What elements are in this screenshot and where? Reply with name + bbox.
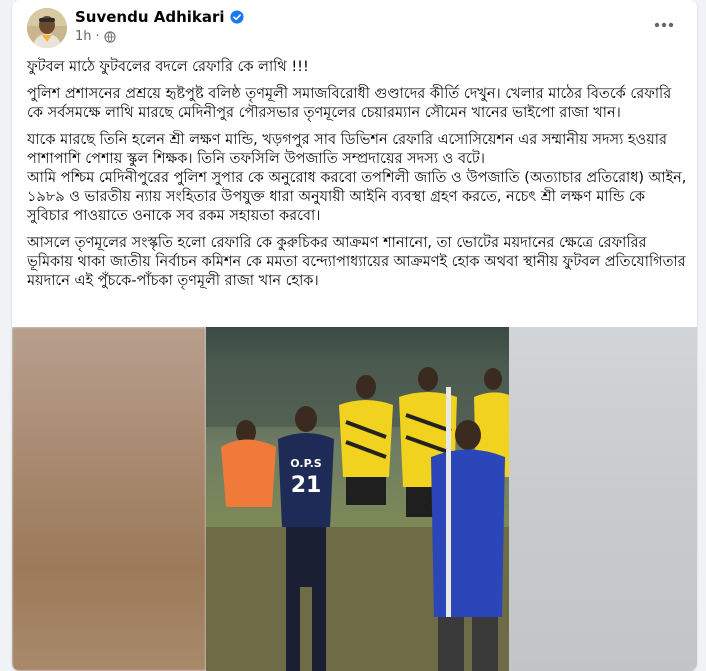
avatar-image <box>27 8 67 48</box>
video-blur-right <box>509 327 697 671</box>
post-header: Suvendu Adhikari 1h · <box>12 0 697 50</box>
video-blur-left <box>12 327 206 671</box>
globe-icon <box>104 30 116 43</box>
verified-badge-icon <box>230 10 244 24</box>
post-paragraph-2: যাকে মারছে তিনি হলেন শ্রী লক্ষণ মান্ডি, … <box>27 132 687 224</box>
post-body: ফুটবল মাঠে ফুটবলের বদলে রেফারি কে লাথি !… <box>27 58 687 299</box>
author-avatar[interactable] <box>27 8 67 48</box>
jersey-number: 21 <box>291 473 322 498</box>
post-headline: ফুটবল মাঠে ফুটবলের বদলে রেফারি কে লাথি !… <box>27 59 309 75</box>
post-video[interactable]: O.P.S 21 <box>12 327 697 671</box>
more-options-button[interactable] <box>649 10 679 40</box>
post-timestamp[interactable]: 1h <box>75 29 92 44</box>
author-name[interactable]: Suvendu Adhikari <box>75 8 225 26</box>
post-paragraph-3: আসলে তৃণমূলের সংস্কৃতি হলো রেফারি কে কুর… <box>27 235 686 289</box>
video-scene: O.P.S 21 <box>206 327 509 671</box>
meta-separator: · <box>95 29 100 44</box>
post-card: Suvendu Adhikari 1h · ফুটবল মাঠে ফুটবলের… <box>12 0 697 671</box>
more-options-icon <box>654 22 674 28</box>
jersey-team: O.P.S <box>290 457 322 470</box>
post-paragraph-1: পুলিশ প্রশাসনের প্রশ্রয়ে হৃষ্টপুষ্ট বলি… <box>27 86 672 121</box>
video-frame[interactable]: O.P.S 21 <box>206 327 509 671</box>
